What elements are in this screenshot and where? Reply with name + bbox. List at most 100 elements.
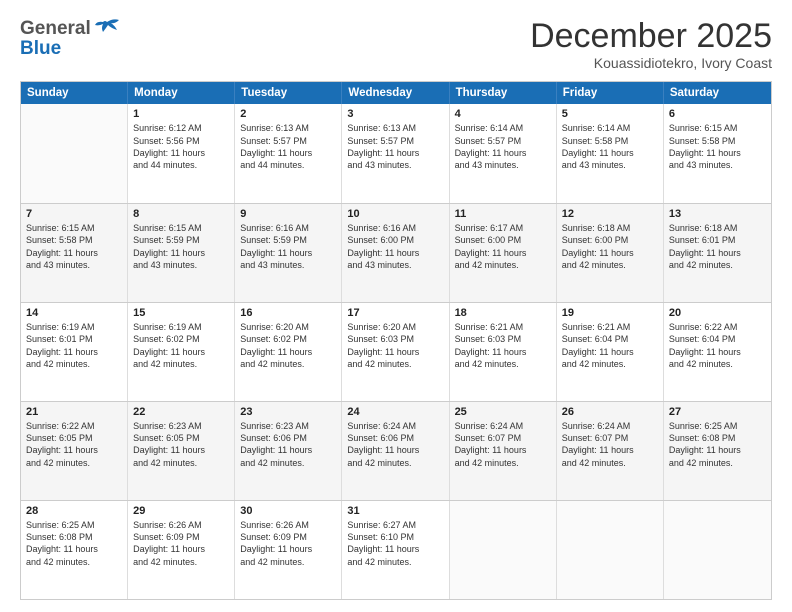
logo-general: General	[20, 18, 91, 40]
cell-info: Sunrise: 6:26 AMSunset: 6:09 PMDaylight:…	[133, 519, 229, 568]
calendar-cell: 8 Sunrise: 6:15 AMSunset: 5:59 PMDaylight…	[128, 204, 235, 302]
calendar-cell: 10 Sunrise: 6:16 AMSunset: 6:00 PMDayligh…	[342, 204, 449, 302]
cell-day-number: 5	[562, 108, 658, 120]
cell-info: Sunrise: 6:25 AMSunset: 6:08 PMDaylight:…	[669, 420, 766, 469]
cell-day-number: 2	[240, 108, 336, 120]
calendar-cell: 15 Sunrise: 6:19 AMSunset: 6:02 PMDayligh…	[128, 303, 235, 401]
calendar-header: SundayMondayTuesdayWednesdayThursdayFrid…	[21, 82, 771, 104]
calendar-cell: 20 Sunrise: 6:22 AMSunset: 6:04 PMDayligh…	[664, 303, 771, 401]
calendar-header-cell: Monday	[128, 82, 235, 104]
calendar-cell: 21 Sunrise: 6:22 AMSunset: 6:05 PMDayligh…	[21, 402, 128, 500]
cell-info: Sunrise: 6:18 AMSunset: 6:01 PMDaylight:…	[669, 222, 766, 271]
cell-day-number: 27	[669, 406, 766, 418]
cell-info: Sunrise: 6:24 AMSunset: 6:07 PMDaylight:…	[455, 420, 551, 469]
cell-day-number: 3	[347, 108, 443, 120]
cell-info: Sunrise: 6:21 AMSunset: 6:03 PMDaylight:…	[455, 321, 551, 370]
calendar-header-cell: Friday	[557, 82, 664, 104]
calendar-week: 14 Sunrise: 6:19 AMSunset: 6:01 PMDayligh…	[21, 302, 771, 401]
cell-day-number: 20	[669, 307, 766, 319]
calendar-cell: 14 Sunrise: 6:19 AMSunset: 6:01 PMDayligh…	[21, 303, 128, 401]
calendar-week: 1 Sunrise: 6:12 AMSunset: 5:56 PMDaylight…	[21, 104, 771, 203]
cell-day-number: 18	[455, 307, 551, 319]
cell-info: Sunrise: 6:19 AMSunset: 6:02 PMDaylight:…	[133, 321, 229, 370]
cell-info: Sunrise: 6:22 AMSunset: 6:04 PMDaylight:…	[669, 321, 766, 370]
calendar-cell	[450, 501, 557, 599]
calendar-cell: 27 Sunrise: 6:25 AMSunset: 6:08 PMDayligh…	[664, 402, 771, 500]
calendar-week: 28 Sunrise: 6:25 AMSunset: 6:08 PMDayligh…	[21, 500, 771, 599]
cell-day-number: 9	[240, 208, 336, 220]
cell-day-number: 8	[133, 208, 229, 220]
calendar-cell: 11Sunrise: 6:17 AMSunset: 6:00 PMDayligh…	[450, 204, 557, 302]
cell-day-number: 13	[669, 208, 766, 220]
calendar-cell: 3 Sunrise: 6:13 AMSunset: 5:57 PMDaylight…	[342, 104, 449, 203]
calendar-cell: 30Sunrise: 6:26 AMSunset: 6:09 PMDayligh…	[235, 501, 342, 599]
calendar-cell: 28 Sunrise: 6:25 AMSunset: 6:08 PMDayligh…	[21, 501, 128, 599]
cell-info: Sunrise: 6:15 AMSunset: 5:58 PMDaylight:…	[669, 122, 766, 171]
calendar-cell	[21, 104, 128, 203]
logo-bird-icon	[93, 18, 121, 40]
cell-day-number: 31	[347, 505, 443, 517]
cell-info: Sunrise: 6:16 AMSunset: 6:00 PMDaylight:…	[347, 222, 443, 271]
cell-day-number: 26	[562, 406, 658, 418]
cell-day-number: 1	[133, 108, 229, 120]
cell-day-number: 4	[455, 108, 551, 120]
cell-info: Sunrise: 6:27 AMSunset: 6:10 PMDaylight:…	[347, 519, 443, 568]
calendar-cell: 29Sunrise: 6:26 AMSunset: 6:09 PMDayligh…	[128, 501, 235, 599]
subtitle: Kouassidiotekro, Ivory Coast	[530, 55, 772, 71]
cell-day-number: 22	[133, 406, 229, 418]
cell-day-number: 12	[562, 208, 658, 220]
calendar-cell: 13 Sunrise: 6:18 AMSunset: 6:01 PMDayligh…	[664, 204, 771, 302]
calendar-header-cell: Sunday	[21, 82, 128, 104]
cell-info: Sunrise: 6:24 AMSunset: 6:07 PMDaylight:…	[562, 420, 658, 469]
cell-day-number: 24	[347, 406, 443, 418]
calendar-cell: 5 Sunrise: 6:14 AMSunset: 5:58 PMDaylight…	[557, 104, 664, 203]
cell-info: Sunrise: 6:20 AMSunset: 6:02 PMDaylight:…	[240, 321, 336, 370]
cell-info: Sunrise: 6:13 AMSunset: 5:57 PMDaylight:…	[347, 122, 443, 171]
cell-info: Sunrise: 6:26 AMSunset: 6:09 PMDaylight:…	[240, 519, 336, 568]
calendar-cell: 1 Sunrise: 6:12 AMSunset: 5:56 PMDaylight…	[128, 104, 235, 203]
calendar-cell: 31 Sunrise: 6:27 AMSunset: 6:10 PMDayligh…	[342, 501, 449, 599]
month-title: December 2025	[530, 18, 772, 55]
cell-day-number: 6	[669, 108, 766, 120]
cell-info: Sunrise: 6:18 AMSunset: 6:00 PMDaylight:…	[562, 222, 658, 271]
calendar-cell: 24 Sunrise: 6:24 AMSunset: 6:06 PMDayligh…	[342, 402, 449, 500]
cell-day-number: 17	[347, 307, 443, 319]
cell-day-number: 25	[455, 406, 551, 418]
cell-day-number: 23	[240, 406, 336, 418]
cell-day-number: 10	[347, 208, 443, 220]
cell-info: Sunrise: 6:19 AMSunset: 6:01 PMDaylight:…	[26, 321, 122, 370]
cell-info: Sunrise: 6:13 AMSunset: 5:57 PMDaylight:…	[240, 122, 336, 171]
calendar-header-cell: Tuesday	[235, 82, 342, 104]
cell-info: Sunrise: 6:25 AMSunset: 6:08 PMDaylight:…	[26, 519, 122, 568]
calendar-cell: 17Sunrise: 6:20 AMSunset: 6:03 PMDayligh…	[342, 303, 449, 401]
calendar-cell: 6 Sunrise: 6:15 AMSunset: 5:58 PMDaylight…	[664, 104, 771, 203]
cell-info: Sunrise: 6:24 AMSunset: 6:06 PMDaylight:…	[347, 420, 443, 469]
cell-info: Sunrise: 6:12 AMSunset: 5:56 PMDaylight:…	[133, 122, 229, 171]
cell-info: Sunrise: 6:14 AMSunset: 5:57 PMDaylight:…	[455, 122, 551, 171]
logo-blue: Blue	[20, 38, 121, 60]
cell-day-number: 16	[240, 307, 336, 319]
cell-info: Sunrise: 6:15 AMSunset: 5:59 PMDaylight:…	[133, 222, 229, 271]
cell-day-number: 14	[26, 307, 122, 319]
cell-day-number: 15	[133, 307, 229, 319]
cell-info: Sunrise: 6:14 AMSunset: 5:58 PMDaylight:…	[562, 122, 658, 171]
calendar-cell	[664, 501, 771, 599]
calendar-cell: 25 Sunrise: 6:24 AMSunset: 6:07 PMDayligh…	[450, 402, 557, 500]
cell-info: Sunrise: 6:21 AMSunset: 6:04 PMDaylight:…	[562, 321, 658, 370]
calendar: SundayMondayTuesdayWednesdayThursdayFrid…	[20, 81, 772, 600]
cell-info: Sunrise: 6:16 AMSunset: 5:59 PMDaylight:…	[240, 222, 336, 271]
cell-day-number: 19	[562, 307, 658, 319]
cell-info: Sunrise: 6:22 AMSunset: 6:05 PMDaylight:…	[26, 420, 122, 469]
calendar-cell	[557, 501, 664, 599]
calendar-cell: 2 Sunrise: 6:13 AMSunset: 5:57 PMDaylight…	[235, 104, 342, 203]
cell-day-number: 21	[26, 406, 122, 418]
title-block: December 2025 Kouassidiotekro, Ivory Coa…	[530, 18, 772, 71]
logo: General Blue	[20, 18, 121, 60]
calendar-cell: 22Sunrise: 6:23 AMSunset: 6:05 PMDayligh…	[128, 402, 235, 500]
calendar-cell: 16 Sunrise: 6:20 AMSunset: 6:02 PMDayligh…	[235, 303, 342, 401]
cell-day-number: 28	[26, 505, 122, 517]
cell-info: Sunrise: 6:15 AMSunset: 5:58 PMDaylight:…	[26, 222, 122, 271]
calendar-cell: 19 Sunrise: 6:21 AMSunset: 6:04 PMDayligh…	[557, 303, 664, 401]
calendar-cell: 23Sunrise: 6:23 AMSunset: 6:06 PMDayligh…	[235, 402, 342, 500]
calendar-body: 1 Sunrise: 6:12 AMSunset: 5:56 PMDaylight…	[21, 104, 771, 599]
